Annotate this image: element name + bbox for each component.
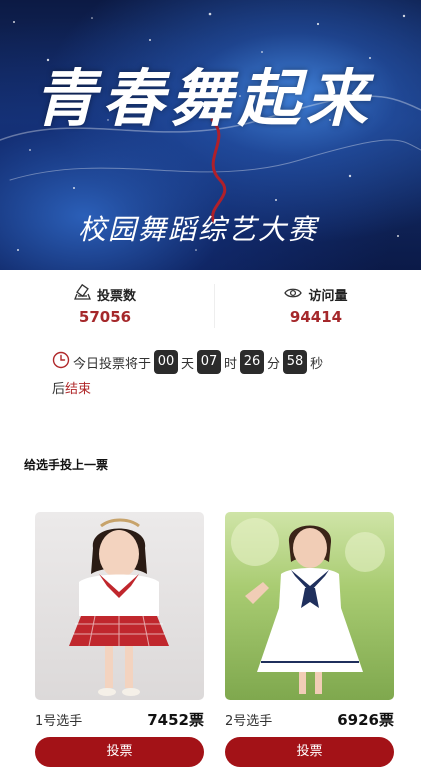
vote-button[interactable]: 投票 [225,737,394,767]
banner: 青春舞起来 校园舞蹈综艺大赛 [0,0,421,270]
player-name: 1号选手 [35,713,83,729]
player-card: 1号选手 7452票 投票 [35,512,204,767]
countdown-days: 00 [154,350,179,374]
eye-icon [284,285,303,304]
banner-subtitle: 校园舞蹈综艺大赛 [78,213,319,246]
countdown-end-text: 结束 [65,382,92,397]
clock-icon [52,351,70,373]
player-vote-count: 6926票 [337,710,394,729]
countdown-days-unit: 天 [181,356,195,372]
countdown-suffix: 后 [52,382,66,397]
stats-bar: 投票数 57056 访问量 94414 [0,282,421,330]
countdown-minutes-unit: 分 [267,356,281,372]
player-vote-count: 7452票 [147,710,204,729]
player-photo[interactable] [225,512,394,700]
stat-visits-value: 94414 [289,308,343,326]
countdown: 今日投票将于 00 天 07 时 26 分 58 秒 后结束 [52,350,382,397]
countdown-hours-unit: 时 [224,356,238,372]
vote-icon [74,283,91,304]
girl-in-plaid-uniform-image [69,518,169,696]
countdown-seconds-unit: 秒 [310,356,324,372]
player-photo[interactable] [35,512,204,700]
countdown-minutes: 26 [240,350,265,374]
countdown-seconds: 58 [283,350,308,374]
stat-votes-value: 57056 [78,308,132,326]
vote-button[interactable]: 投票 [35,737,204,767]
banner-title: 青春舞起来 [34,62,375,135]
stat-votes: 投票数 57056 [0,282,210,326]
player-name: 2号选手 [225,713,273,729]
stat-votes-label: 投票数 [96,288,136,304]
countdown-hours: 07 [197,350,222,374]
stat-visits-label: 访问量 [308,288,348,304]
countdown-prefix: 今日投票将于 [73,356,152,372]
section-title: 给选手投上一票 [24,458,109,472]
stat-visits: 访问量 94414 [211,282,421,326]
player-card: 2号选手 6926票 投票 [225,512,394,767]
girl-in-sailor-dress-image [231,518,385,694]
